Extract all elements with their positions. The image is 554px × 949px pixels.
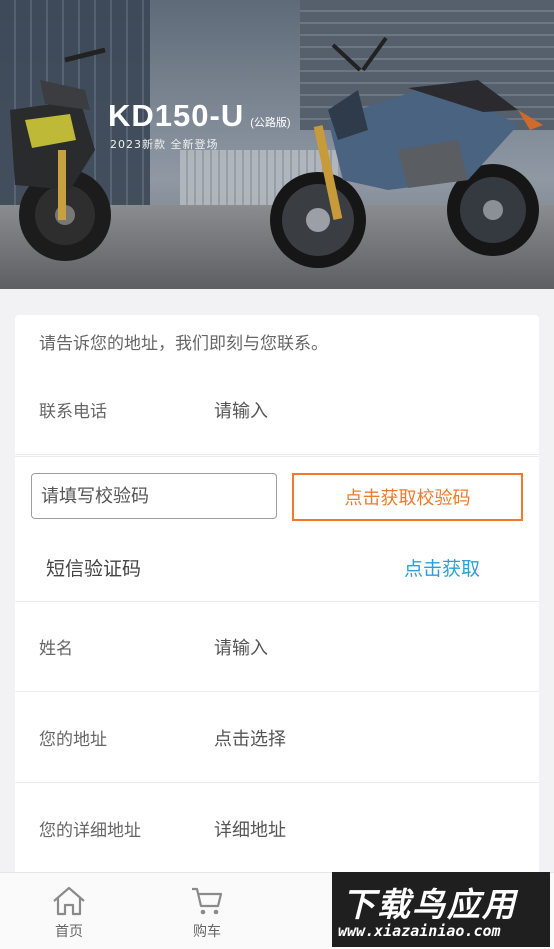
detail-address-input[interactable]: 详细地址 [214,816,286,842]
banner-tagline: 2023新款 全新登场 [110,138,219,151]
site-watermark: 下载鸟应用 www.xiazainiao.com [332,872,550,947]
name-label: 姓名 [39,639,73,659]
sms-get-code-link[interactable]: 点击获取 [404,554,480,581]
address-label: 您的地址 [39,730,107,750]
phone-row[interactable]: 联系电话 请输入 [15,365,539,455]
name-input[interactable]: 请输入 [214,634,268,660]
watermark-text: 下载鸟应用 [342,885,517,924]
verification-section: 点击获取校验码 短信验证码 点击获取 [15,456,539,602]
motorcycle-right-image [270,36,543,268]
home-icon [53,886,85,916]
tab-home-label: 首页 [55,924,83,940]
watermark-url: www.xiazainiao.com [338,922,501,940]
motorcycle-left-image [10,47,111,261]
detail-address-label: 您的详细地址 [39,821,141,841]
address-select[interactable]: 点击选择 [214,725,286,751]
sms-code-label: 短信验证码 [46,558,142,580]
hero-banner: KD150-U (公路版) 2023新款 全新登场 [0,0,554,289]
verification-code-input[interactable] [31,473,277,519]
tab-home[interactable]: 首页 [24,873,114,949]
tab-cart-label: 购车 [193,924,221,940]
banner-title: KD150-U (公路版) [108,98,291,134]
page: KD150-U (公路版) 2023新款 全新登场 请告诉您的地址，我们即刻与您… [0,0,554,949]
address-row[interactable]: 您的地址 点击选择 [15,693,539,783]
detail-address-row[interactable]: 您的详细地址 详细地址 [15,784,539,874]
cart-icon [192,887,223,915]
get-verification-code-button[interactable]: 点击获取校验码 [292,473,523,521]
form-intro-text: 请告诉您的地址，我们即刻与您联系。 [39,334,328,354]
contact-form-card: 请告诉您的地址，我们即刻与您联系。 联系电话 请输入 点击获取校验码 短信验证码… [15,315,539,949]
tab-cart[interactable]: 购车 [162,873,252,949]
phone-label: 联系电话 [39,402,107,422]
phone-input[interactable]: 请输入 [214,397,268,423]
name-row[interactable]: 姓名 请输入 [15,602,539,692]
banner-variant: (公路版) [250,117,291,129]
banner-model: KD150-U [108,98,245,133]
